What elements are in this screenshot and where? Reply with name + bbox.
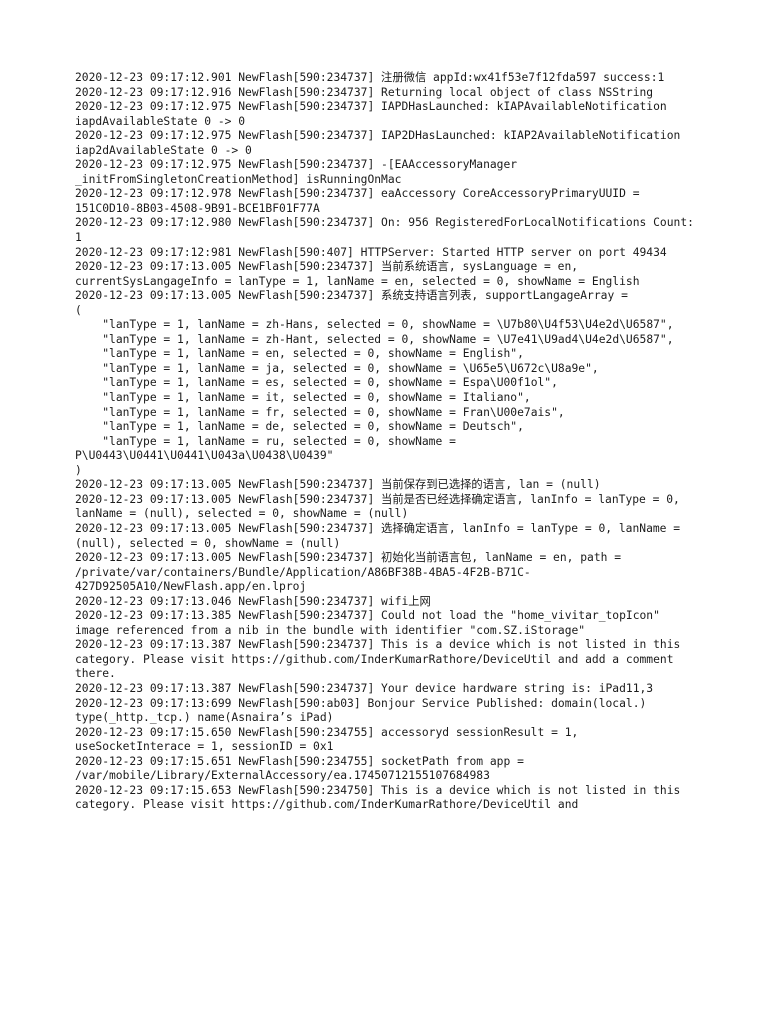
log-line: "lanType = 1, lanName = en, selected = 0… [75, 347, 524, 361]
log-line: "lanType = 1, lanName = es, selected = 0… [75, 376, 558, 390]
log-line: 2020-12-23 09:17:12.975 NewFlash[590:234… [75, 158, 524, 186]
log-line: 2020-12-23 09:17:13.387 NewFlash[590:234… [75, 681, 654, 695]
console-log-output: 2020-12-23 09:17:12.901 NewFlash[590:234… [75, 71, 699, 813]
log-line: 2020-12-23 09:17:12.916 NewFlash[590:234… [75, 85, 654, 99]
log-line: 2020-12-23 09:17:13.005 NewFlash[590:234… [75, 260, 640, 288]
log-line: 2020-12-23 09:17:13.005 NewFlash[590:234… [75, 551, 628, 594]
log-line: 2020-12-23 09:17:15.651 NewFlash[590:234… [75, 754, 531, 783]
log-line: "lanType = 1, lanName = ru, selected = 0… [75, 434, 463, 463]
log-line: 2020-12-23 09:17:13.046 NewFlash[590:234… [75, 594, 431, 608]
log-line: ( [75, 303, 82, 317]
log-line: 2020-12-23 09:17:12.901 NewFlash[590:234… [75, 71, 665, 84]
log-line: 2020-12-23 09:17:13.385 NewFlash[590:234… [75, 609, 667, 637]
log-line: 2020-12-23 09:17:13.005 NewFlash[590:234… [75, 478, 601, 492]
log-line: 2020-12-23 09:17:13.005 NewFlash[590:234… [75, 492, 687, 521]
log-line: 2020-12-23 09:17:15.653 NewFlash[590:234… [75, 783, 688, 812]
log-line: 2020-12-23 09:17:13.005 NewFlash[590:234… [75, 521, 687, 550]
log-line: "lanType = 1, lanName = it, selected = 0… [75, 391, 531, 405]
log-line: 2020-12-23 09:17:12:981 NewFlash[590:407… [75, 245, 667, 259]
log-line: "lanType = 1, lanName = de, selected = 0… [75, 420, 524, 434]
log-line: 2020-12-23 09:17:13.387 NewFlash[590:234… [75, 638, 688, 681]
log-line: 2020-12-23 09:17:12.975 NewFlash[590:234… [75, 100, 674, 128]
log-line: "lanType = 1, lanName = zh-Hant, selecte… [75, 332, 674, 346]
log-line: 2020-12-23 09:17:12.975 NewFlash[590:234… [75, 129, 688, 157]
log-line: 2020-12-23 09:17:12.978 NewFlash[590:234… [75, 187, 647, 215]
log-line: 2020-12-23 09:17:12.980 NewFlash[590:234… [75, 216, 701, 245]
log-line: "lanType = 1, lanName = zh-Hans, selecte… [75, 318, 674, 332]
log-line: ) [75, 463, 82, 477]
log-line: 2020-12-23 09:17:15.650 NewFlash[590:234… [75, 725, 586, 754]
log-line: "lanType = 1, lanName = fr, selected = 0… [75, 405, 565, 419]
log-line: 2020-12-23 09:17:13.005 NewFlash[590:234… [75, 289, 628, 303]
log-line: "lanType = 1, lanName = ja, selected = 0… [75, 361, 599, 375]
log-line: 2020-12-23 09:17:13:699 NewFlash[590:ab0… [75, 696, 654, 725]
